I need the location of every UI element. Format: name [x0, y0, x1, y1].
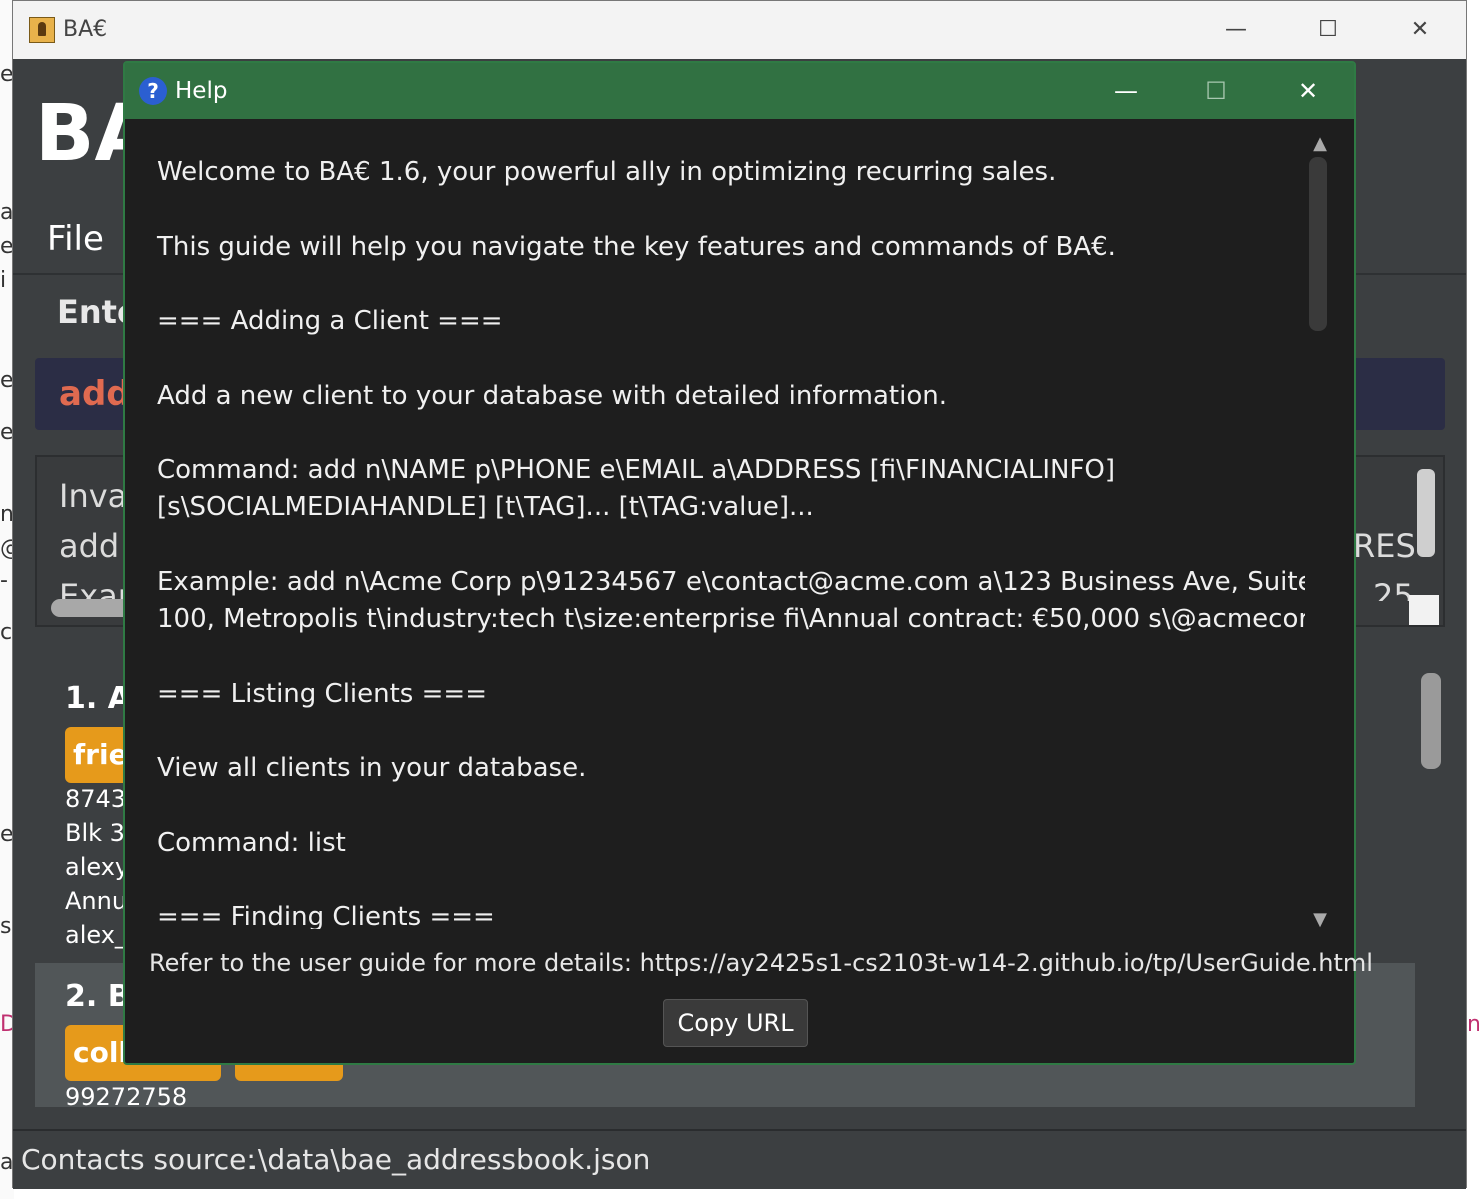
contact-phone: 99272758 — [65, 1083, 188, 1111]
minimize-icon[interactable]: — — [1213, 13, 1259, 47]
list-vertical-scrollbar[interactable] — [1421, 673, 1441, 769]
contact-financial-info: Annu — [65, 887, 128, 915]
contact-social-handle: alex_ — [65, 921, 127, 949]
help-line: Example: add n\Acme Corp p\91234567 e\co… — [157, 567, 1305, 597]
help-section-heading: === Listing Clients === — [157, 679, 487, 709]
result-line-right: RES — [1353, 527, 1416, 565]
maximize-icon[interactable]: ☐ — [1305, 13, 1351, 47]
contact-phone: 8743 — [65, 785, 127, 813]
main-titlebar[interactable]: BA€ — ☐ ✕ — [13, 1, 1466, 59]
result-line: add: — [59, 527, 131, 565]
contact-name: 2. B — [65, 979, 131, 1014]
background-char: c — [0, 620, 13, 645]
copy-url-button[interactable]: Copy URL — [663, 999, 808, 1047]
result-line-right: 25 — [1373, 577, 1414, 601]
minimize-icon[interactable]: — — [1103, 73, 1149, 109]
maximize-icon[interactable]: ☐ — [1193, 73, 1239, 109]
user-guide-link-text: Refer to the user guide for more details… — [149, 949, 1373, 977]
help-titlebar[interactable]: ? Help — ☐ ✕ — [125, 63, 1354, 119]
scroll-corner — [1409, 595, 1439, 625]
help-line: Command: list — [157, 828, 346, 858]
close-icon[interactable]: ✕ — [1285, 73, 1331, 109]
background-window-strip-right: n — [1467, 0, 1479, 1199]
main-window-title: BA€ — [63, 17, 108, 42]
help-title: Help — [175, 78, 228, 104]
help-line: [s\SOCIALMEDIAHANDLE] [t\TAG]... [t\TAG:… — [157, 492, 814, 522]
scroll-down-icon[interactable]: ▼ — [1307, 909, 1333, 930]
help-section-heading: === Adding a Client === — [157, 306, 503, 336]
contact-address: Blk 3 — [65, 819, 125, 847]
help-line: 100, Metropolis t\industry:tech t\size:e… — [157, 604, 1305, 634]
help-scroll-thumb[interactable] — [1309, 157, 1327, 331]
help-line: Welcome to BA€ 1.6, your powerful ally i… — [157, 157, 1057, 187]
background-char: n — [1467, 1012, 1479, 1037]
app-icon — [29, 17, 55, 43]
help-line: Add a new client to your database with d… — [157, 381, 947, 411]
help-text-area[interactable]: Welcome to BA€ 1.6, your powerful ally i… — [125, 119, 1305, 929]
help-line: This guide will help you navigate the ke… — [157, 232, 1116, 262]
help-dialog: ? Help — ☐ ✕ Welcome to BA€ 1.6, your po… — [123, 61, 1373, 1065]
scroll-up-icon[interactable]: ▲ — [1307, 133, 1333, 154]
result-vertical-scrollbar[interactable] — [1417, 469, 1435, 557]
help-section-heading: === Finding Clients === — [157, 902, 495, 929]
help-icon: ? — [139, 77, 167, 105]
status-bar: Contacts source: .\data\bae_addressbook.… — [13, 1129, 1466, 1189]
help-line: View all clients in your database. — [157, 753, 587, 783]
background-char: - — [0, 568, 8, 593]
command-input-text: add — [59, 374, 131, 414]
close-icon[interactable]: ✕ — [1397, 13, 1443, 47]
help-line: Command: add n\NAME p\PHONE e\EMAIL a\AD… — [157, 455, 1116, 485]
contact-email: alexy — [65, 853, 130, 881]
menu-file[interactable]: File — [47, 219, 104, 259]
status-label: Contacts source: — [21, 1143, 256, 1176]
background-char: s — [0, 914, 12, 939]
status-file-path: .\data\bae_addressbook.json — [249, 1143, 651, 1176]
background-char: i — [0, 268, 7, 293]
